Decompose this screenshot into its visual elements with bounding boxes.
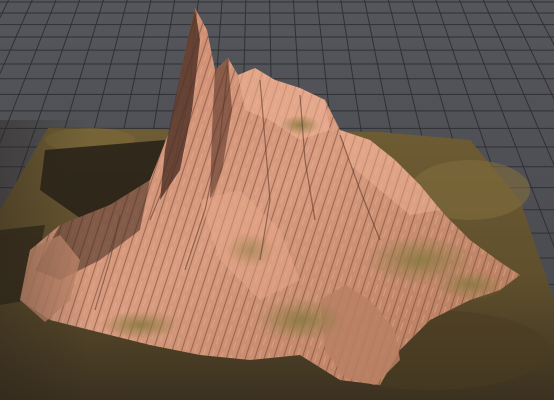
moss-patch	[280, 115, 320, 135]
moss-patch	[435, 270, 505, 300]
moss-patch	[255, 298, 345, 342]
edge-shade	[0, 120, 90, 400]
terrain-scene	[0, 0, 554, 400]
moss-patch	[100, 311, 180, 339]
render-viewport[interactable]	[0, 0, 554, 400]
moss-patch	[225, 232, 275, 268]
